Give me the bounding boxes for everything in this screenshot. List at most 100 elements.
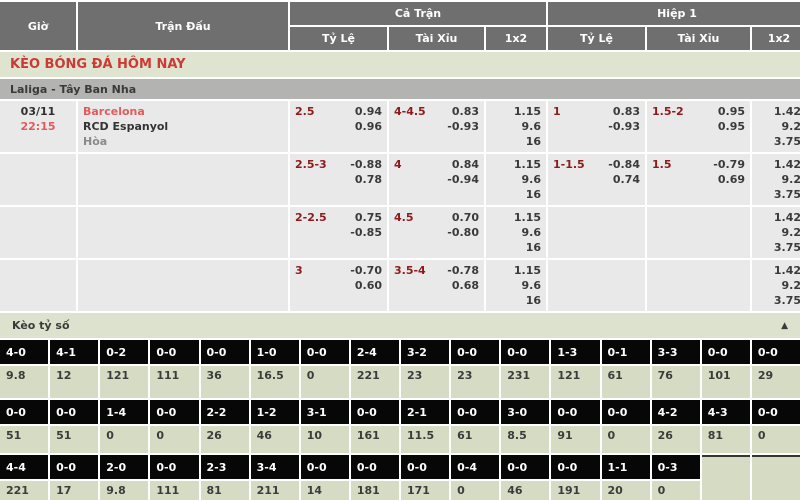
score-label[interactable]: 0-2 <box>100 340 148 364</box>
ft-overunder-cell[interactable]: 4.50.70-0.80 <box>389 207 484 258</box>
ft-1x2-cell[interactable]: 1.159.616 <box>486 154 546 205</box>
ft-handicap-cell[interactable]: 2-2.50.75-0.85 <box>290 207 387 258</box>
score-label[interactable]: 1-3 <box>551 340 599 364</box>
score-odds[interactable]: 10 <box>301 426 349 453</box>
score-label[interactable]: 2-2 <box>201 400 249 424</box>
score-odds[interactable]: 51 <box>0 426 48 453</box>
h1-handicap-cell[interactable]: 10.83-0.93 <box>548 101 645 152</box>
score-odds[interactable]: 91 <box>551 426 599 453</box>
score-label[interactable]: 0-0 <box>451 400 499 424</box>
score-odds[interactable]: 12 <box>50 366 98 398</box>
score-label[interactable]: 0-0 <box>551 455 599 479</box>
score-odds[interactable]: 181 <box>351 481 399 500</box>
score-label[interactable]: 0-0 <box>150 340 198 364</box>
score-label[interactable]: 3-3 <box>652 340 700 364</box>
score-odds[interactable]: 111 <box>150 481 198 500</box>
score-odds[interactable]: 23 <box>401 366 449 398</box>
score-label[interactable]: 0-0 <box>752 400 800 424</box>
h1-1x2-cell[interactable]: 1.429.23.75 <box>752 154 800 205</box>
score-odds[interactable]: 121 <box>100 366 148 398</box>
score-odds[interactable]: 51 <box>50 426 98 453</box>
score-label[interactable]: 0-0 <box>301 455 349 479</box>
score-label[interactable]: 0-0 <box>451 340 499 364</box>
score-odds[interactable]: 0 <box>100 426 148 453</box>
score-label[interactable]: 0-0 <box>0 400 48 424</box>
score-label[interactable]: 4-3 <box>702 400 750 424</box>
ft-1x2-cell[interactable]: 1.159.616 <box>486 260 546 311</box>
score-label[interactable]: 0-0 <box>401 455 449 479</box>
score-odds[interactable]: 61 <box>602 366 650 398</box>
score-odds[interactable]: 161 <box>351 426 399 453</box>
score-label[interactable]: 0-0 <box>702 340 750 364</box>
score-label[interactable]: 0-1 <box>602 340 650 364</box>
score-odds[interactable]: 29 <box>752 366 800 398</box>
score-odds[interactable]: 221 <box>0 481 48 500</box>
score-odds[interactable]: 0 <box>602 426 650 453</box>
score-odds[interactable]: 36 <box>201 366 249 398</box>
score-odds[interactable]: 111 <box>150 366 198 398</box>
score-odds[interactable]: 76 <box>652 366 700 398</box>
score-label[interactable]: 0-0 <box>301 340 349 364</box>
score-label[interactable]: 2-4 <box>351 340 399 364</box>
score-odds[interactable]: 46 <box>501 481 549 500</box>
score-odds[interactable]: 81 <box>702 426 750 453</box>
score-label[interactable]: 0-0 <box>551 400 599 424</box>
score-odds[interactable]: 17 <box>50 481 98 500</box>
score-odds[interactable]: 23 <box>451 366 499 398</box>
score-label[interactable]: 1-2 <box>251 400 299 424</box>
score-odds[interactable]: 121 <box>551 366 599 398</box>
away-team-name[interactable]: RCD Espanyol <box>83 119 283 134</box>
score-odds[interactable]: 16.5 <box>251 366 299 398</box>
h1-1x2-cell[interactable]: 1.429.23.75 <box>752 207 800 258</box>
score-odds[interactable]: 231 <box>501 366 549 398</box>
score-odds[interactable]: 11.5 <box>401 426 449 453</box>
score-odds[interactable]: 0 <box>652 481 700 500</box>
ft-overunder-cell[interactable]: 40.84-0.94 <box>389 154 484 205</box>
score-odds[interactable]: 9.8 <box>0 366 48 398</box>
score-odds[interactable]: 0 <box>301 366 349 398</box>
score-odds[interactable]: 221 <box>351 366 399 398</box>
score-label[interactable]: 1-4 <box>100 400 148 424</box>
score-odds[interactable]: 46 <box>251 426 299 453</box>
score-label[interactable]: 4-0 <box>0 340 48 364</box>
score-odds[interactable]: 0 <box>150 426 198 453</box>
h1-overunder-cell[interactable]: 1.5-0.790.69 <box>647 154 750 205</box>
ft-handicap-cell[interactable]: 2.5-3-0.880.78 <box>290 154 387 205</box>
score-odds[interactable]: 211 <box>251 481 299 500</box>
score-odds[interactable]: 101 <box>702 366 750 398</box>
score-odds[interactable]: 8.5 <box>501 426 549 453</box>
score-label[interactable]: 0-0 <box>501 455 549 479</box>
score-odds[interactable]: 0 <box>451 481 499 500</box>
score-label[interactable]: 4-4 <box>0 455 48 479</box>
score-odds[interactable]: 171 <box>401 481 449 500</box>
score-label[interactable]: 3-2 <box>401 340 449 364</box>
score-label[interactable]: 2-3 <box>201 455 249 479</box>
scroll-top-icon[interactable]: ▲ <box>781 321 788 331</box>
score-label[interactable]: 0-0 <box>752 340 800 364</box>
h1-1x2-cell[interactable]: 1.429.23.75 <box>752 101 800 152</box>
score-label[interactable]: 1-1 <box>602 455 650 479</box>
ft-overunder-cell[interactable]: 4-4.50.83-0.93 <box>389 101 484 152</box>
score-label[interactable]: 0-0 <box>50 400 98 424</box>
score-label[interactable]: 0-0 <box>50 455 98 479</box>
score-label[interactable]: 0-0 <box>351 455 399 479</box>
score-label[interactable]: 1-0 <box>251 340 299 364</box>
score-label[interactable]: 0-0 <box>602 400 650 424</box>
score-label[interactable]: 4-2 <box>652 400 700 424</box>
score-odds[interactable]: 191 <box>551 481 599 500</box>
score-odds[interactable]: 14 <box>301 481 349 500</box>
score-odds[interactable]: 0 <box>752 426 800 453</box>
score-label[interactable]: 3-4 <box>251 455 299 479</box>
score-label[interactable]: 0-3 <box>652 455 700 479</box>
score-label[interactable]: 3-1 <box>301 400 349 424</box>
score-label[interactable]: 0-0 <box>150 400 198 424</box>
score-odds[interactable]: 26 <box>652 426 700 453</box>
score-label[interactable]: 0-0 <box>201 340 249 364</box>
score-odds[interactable]: 20 <box>602 481 650 500</box>
score-label[interactable]: 0-0 <box>351 400 399 424</box>
score-label[interactable]: 0-4 <box>451 455 499 479</box>
score-label[interactable]: 0-0 <box>501 340 549 364</box>
ft-1x2-cell[interactable]: 1.159.616 <box>486 207 546 258</box>
h1-1x2-cell[interactable]: 1.429.23.75 <box>752 260 800 311</box>
h1-overunder-cell[interactable]: 1.5-20.950.95 <box>647 101 750 152</box>
